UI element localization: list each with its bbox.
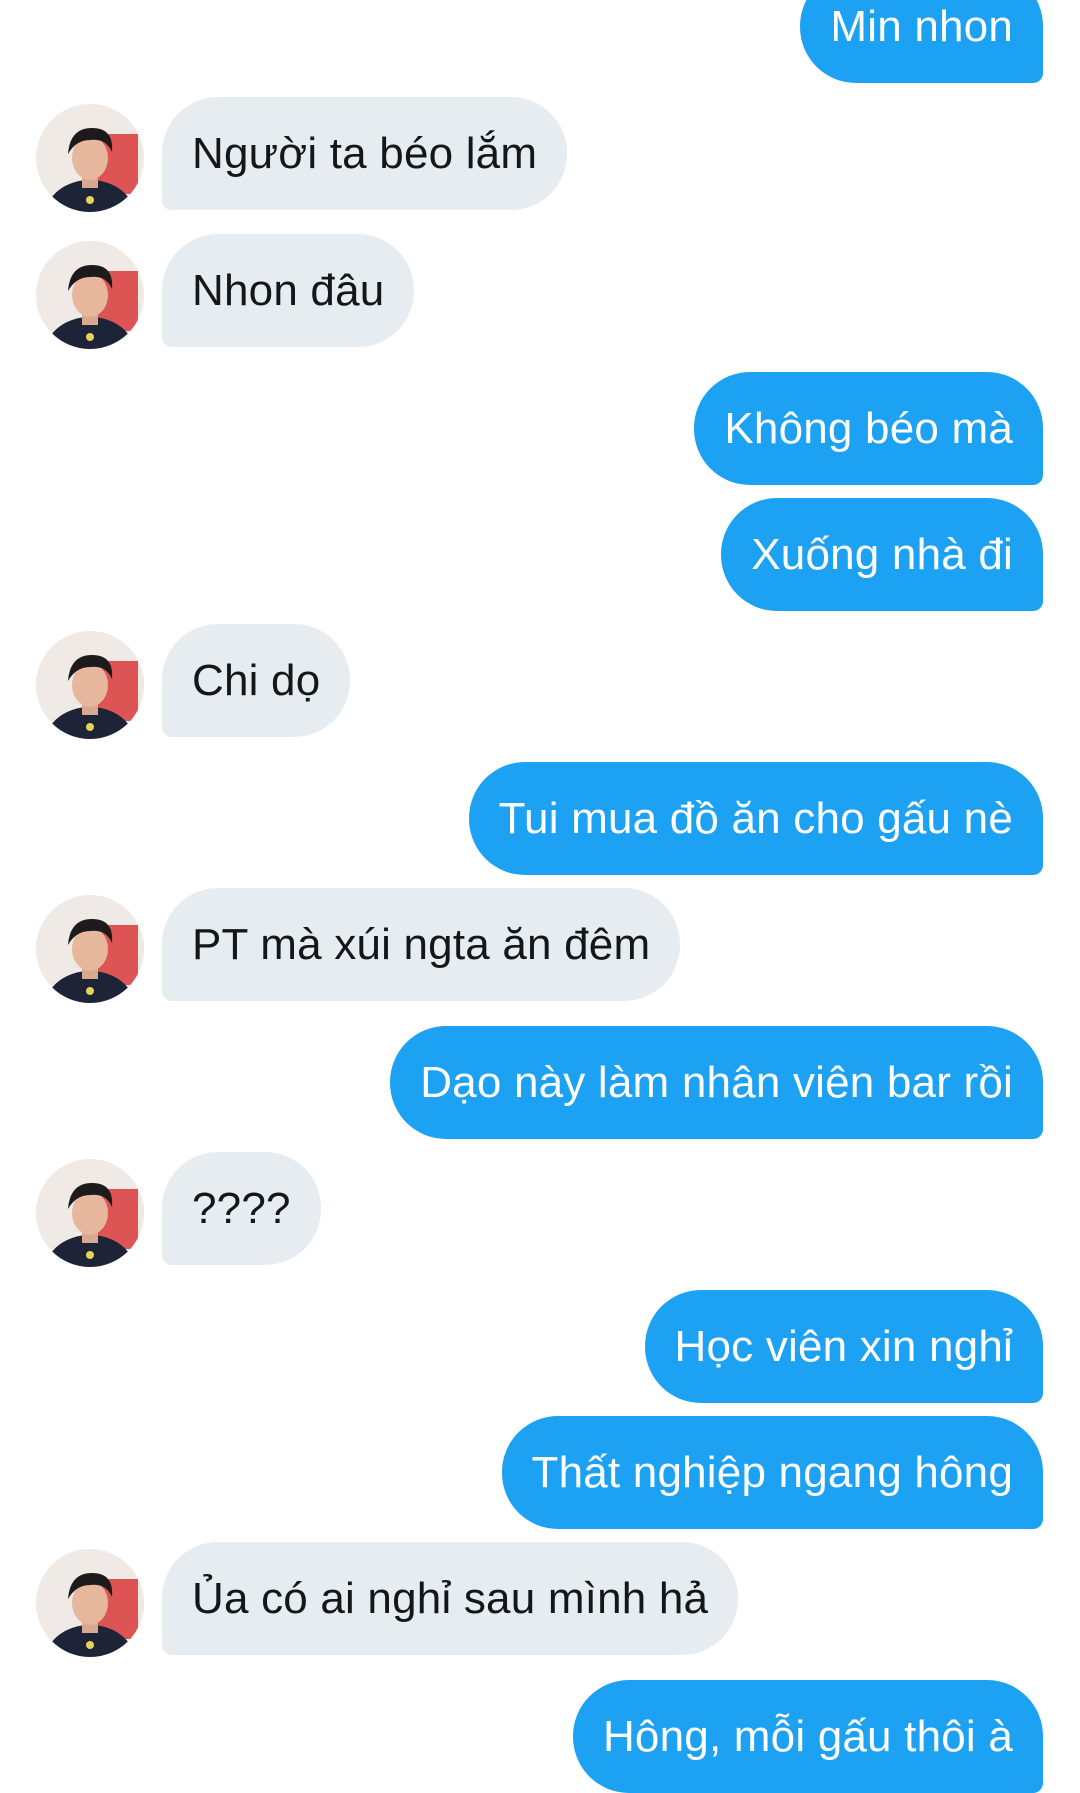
received-message[interactable]: Nhon đâu xyxy=(162,234,415,347)
sent-message[interactable]: Dạo này làm nhân viên bar rồi xyxy=(390,1026,1043,1139)
sent-message[interactable]: Hông, mỗi gấu thôi à xyxy=(572,1680,1043,1793)
sent-message[interactable]: Xuống nhà đi xyxy=(721,498,1043,611)
sent-message[interactable]: Học viên xin nghỉ xyxy=(644,1290,1043,1403)
sent-message[interactable]: Tui mua đồ ăn cho gấu nè xyxy=(468,762,1043,875)
received-message[interactable]: Ủa có ai nghỉ sau mình hả xyxy=(162,1542,739,1655)
user-avatar-icon[interactable] xyxy=(36,631,144,739)
sent-message[interactable]: Thất nghiệp ngang hông xyxy=(501,1416,1043,1529)
conversation-thread: Min nhon Người ta béo lắm Nhon đâu Không… xyxy=(0,0,1080,1793)
received-message[interactable]: PT mà xúi ngta ăn đêm xyxy=(162,888,681,1001)
user-avatar-icon[interactable] xyxy=(36,1159,144,1267)
user-avatar-icon[interactable] xyxy=(36,241,144,349)
received-message[interactable]: Người ta béo lắm xyxy=(162,97,568,210)
received-message[interactable]: ???? xyxy=(162,1152,321,1265)
user-avatar-icon[interactable] xyxy=(36,104,144,212)
sent-message[interactable]: Không béo mà xyxy=(694,372,1043,485)
user-avatar-icon[interactable] xyxy=(36,895,144,1003)
received-message[interactable]: Chi dọ xyxy=(162,624,351,737)
user-avatar-icon[interactable] xyxy=(36,1549,144,1657)
sent-message[interactable]: Min nhon xyxy=(800,0,1043,83)
